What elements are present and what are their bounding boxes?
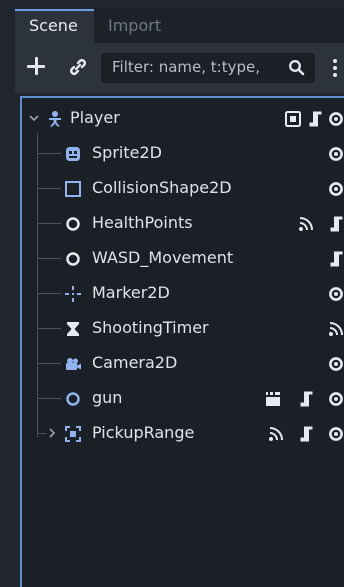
visibility-icon[interactable] — [327, 390, 344, 408]
visibility-icon[interactable] — [327, 285, 344, 303]
node-label: Marker2D — [92, 283, 170, 302]
more-options-icon[interactable] — [333, 57, 339, 79]
visibility-icon[interactable] — [327, 355, 344, 373]
visibility-icon[interactable] — [327, 425, 344, 443]
script-icon[interactable] — [306, 110, 324, 128]
node2d-icon — [66, 392, 80, 406]
node-icon — [66, 252, 80, 266]
node-label: Camera2D — [92, 353, 178, 372]
node-label: PickupRange — [92, 423, 195, 442]
tab-scene[interactable]: Scene — [15, 9, 94, 43]
timer-icon — [67, 322, 79, 336]
scene-toolbar: Filter: name, t:type, — [15, 43, 344, 93]
node-label: CollisionShape2D — [92, 178, 232, 197]
character-body-icon — [49, 111, 61, 127]
area-icon — [65, 426, 81, 442]
tree-row-player[interactable]: Player — [22, 101, 344, 136]
tree-row-camera2d[interactable]: Camera2D — [22, 346, 344, 381]
node-label: Player — [70, 108, 120, 127]
visibility-icon[interactable] — [327, 180, 344, 198]
script-icon[interactable] — [297, 425, 315, 443]
sprite-icon — [66, 147, 80, 161]
script-icon[interactable] — [327, 215, 344, 233]
instantiate-scene-icon[interactable] — [67, 56, 89, 78]
tree-guide-line — [37, 258, 61, 259]
tree-guide-line — [37, 293, 61, 294]
dock-tab-bar: Scene Import — [15, 9, 344, 43]
camera-icon — [66, 358, 81, 370]
group-icon[interactable] — [284, 110, 302, 128]
signal-icon[interactable] — [327, 320, 344, 338]
visibility-icon[interactable] — [327, 145, 344, 163]
tree-row-gun[interactable]: gun — [22, 381, 344, 416]
script-icon[interactable] — [297, 390, 315, 408]
instance-icon[interactable] — [264, 390, 282, 408]
node-label: HealthPoints — [92, 213, 193, 232]
visibility-icon[interactable] — [327, 110, 344, 128]
tree-row-sprite2d[interactable]: Sprite2D — [22, 136, 344, 171]
marker-icon — [65, 286, 81, 302]
node-label: WASD_Movement — [92, 248, 234, 267]
signal-icon[interactable] — [297, 215, 315, 233]
node-label: ShootingTimer — [92, 318, 209, 337]
tree-guide-line — [37, 433, 47, 434]
tree-row-healthpoints[interactable]: HealthPoints — [22, 206, 344, 241]
add-node-button[interactable] — [25, 55, 47, 77]
tree-guide-line — [37, 328, 61, 329]
chevron-down-icon[interactable] — [29, 114, 39, 122]
signal-icon[interactable] — [267, 425, 285, 443]
collision-shape-icon — [65, 181, 81, 197]
node-label: gun — [92, 388, 123, 407]
filter-placeholder: Filter: name, t:type, — [112, 58, 260, 76]
node-icon — [66, 217, 80, 231]
tab-import[interactable]: Import — [94, 9, 184, 43]
tree-guide-line — [37, 398, 61, 399]
scene-tree: Player Sprite2D CollisionShape2D HealthP… — [20, 96, 344, 587]
script-icon[interactable] — [327, 250, 344, 268]
chevron-right-icon[interactable] — [49, 428, 55, 438]
node-label: Sprite2D — [92, 143, 162, 162]
tree-guide-line — [37, 363, 61, 364]
tree-row-shootingtimer[interactable]: ShootingTimer — [22, 311, 344, 346]
tree-guide-line — [37, 223, 61, 224]
search-icon — [289, 60, 305, 76]
tree-row-pickuprange[interactable]: PickupRange — [22, 416, 344, 451]
tree-guide-line — [37, 188, 61, 189]
tree-row-wasd-movement[interactable]: WASD_Movement — [22, 241, 344, 276]
tree-guide-line — [37, 153, 61, 154]
tree-row-collisionshape2d[interactable]: CollisionShape2D — [22, 171, 344, 206]
filter-nodes-input[interactable]: Filter: name, t:type, — [101, 53, 315, 83]
tree-row-marker2d[interactable]: Marker2D — [22, 276, 344, 311]
